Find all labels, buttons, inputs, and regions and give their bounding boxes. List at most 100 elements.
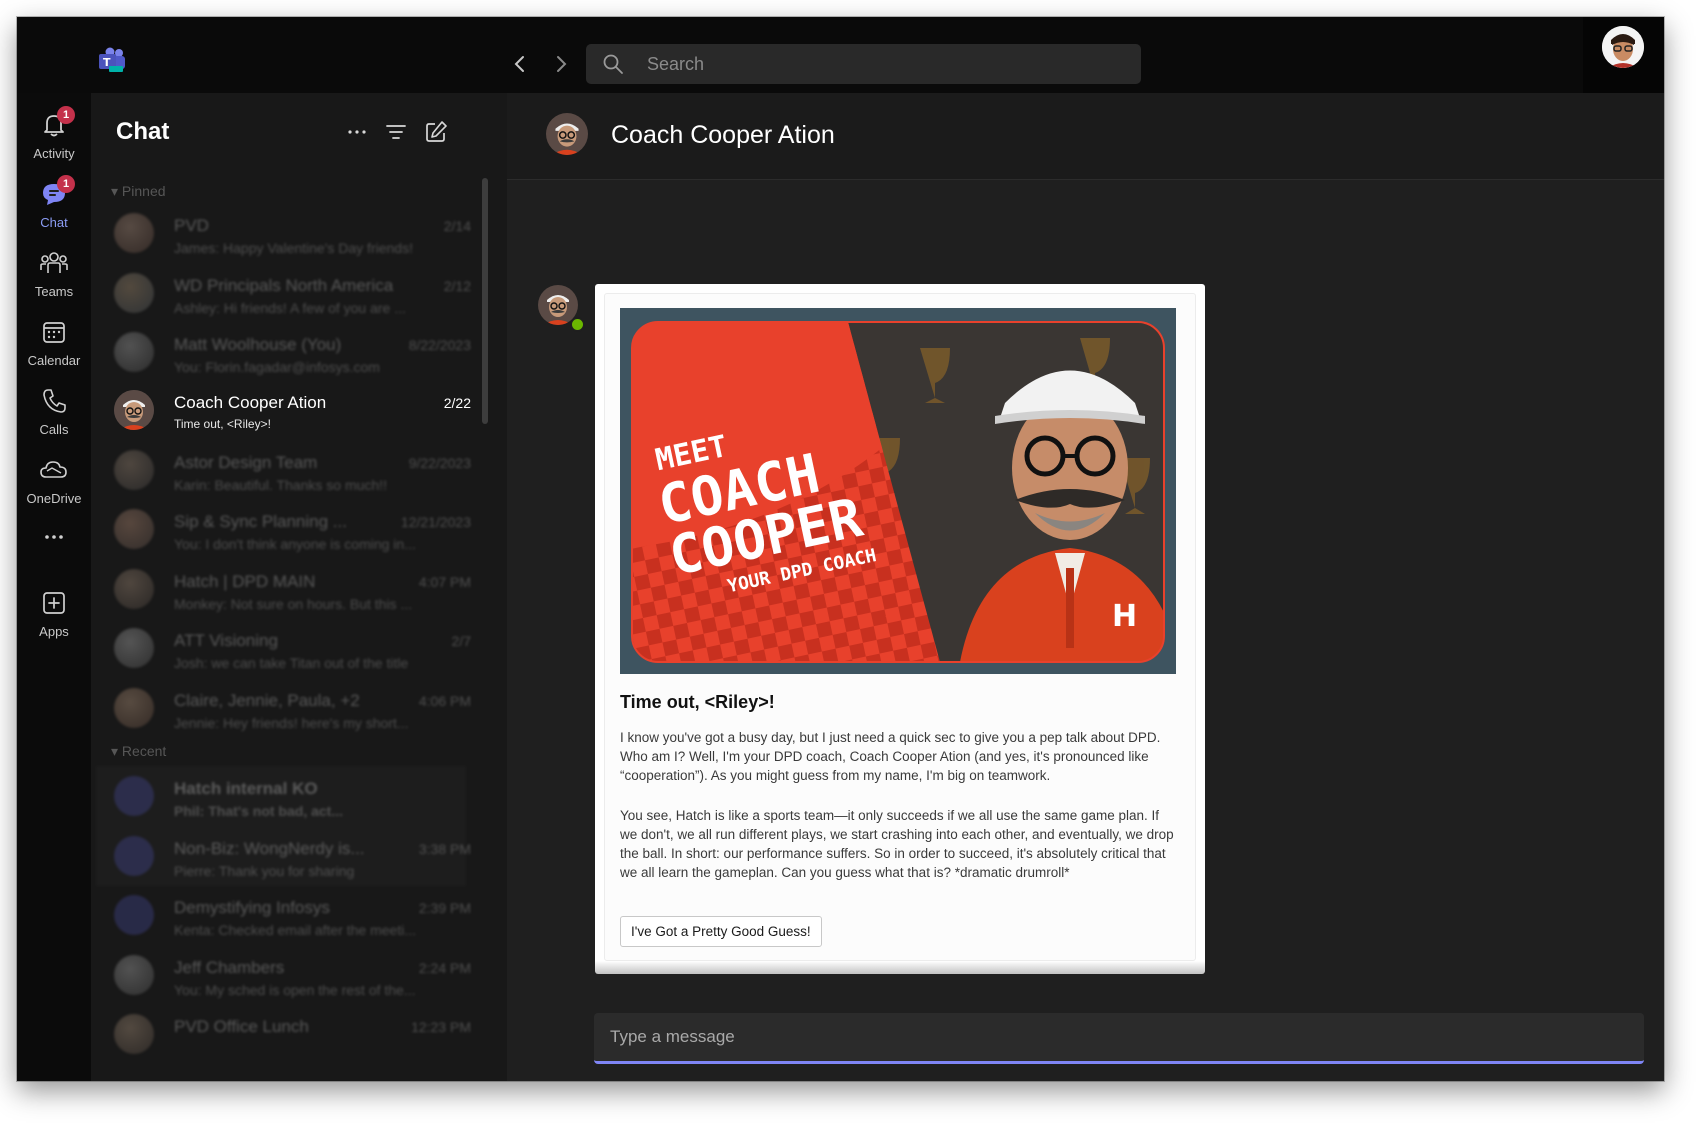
chat-preview: Monkey: Not sure on hours. But this ...	[174, 596, 413, 612]
message-card: H MEET COACH COOPER YOUR DPD COACH Time …	[595, 284, 1205, 974]
avatar	[114, 569, 154, 609]
card-body-paragraph: You see, Hatch is like a sports team—it …	[620, 808, 1174, 880]
chat-list-item[interactable]: Non-Biz: WongNerdy is... 3:38 PM Pierre:…	[101, 826, 471, 884]
avatar	[114, 895, 154, 935]
chat-list-item[interactable]: Sip & Sync Planning ... 12/21/2023 You: …	[101, 499, 471, 557]
rail-label: Calendar	[27, 353, 81, 368]
rail-label: OneDrive	[26, 491, 82, 506]
chat-preview: You: Florin.fagadar@infosys.com	[174, 359, 380, 375]
chat-preview: You: I don't think anyone is coming in..…	[174, 536, 416, 552]
card-body-paragraph: I know you've got a busy day, but I just…	[620, 730, 1161, 783]
chat-list-item[interactable]: PVD 2/14 James: Happy Valentine's Day fr…	[101, 203, 471, 261]
chat-list-item[interactable]: Hatch internal KO Phil: That's not bad, …	[101, 766, 471, 824]
message-compose-input[interactable]: Type a message	[594, 1013, 1644, 1064]
chat-name: Demystifying Infosys	[174, 898, 330, 917]
chat-panel-title: Chat	[116, 118, 170, 145]
rail-item-calendar[interactable]: Calendar	[17, 315, 91, 379]
chat-list-item[interactable]: PVD Office Lunch 12:23 PM	[101, 1004, 471, 1062]
avatar	[114, 213, 154, 253]
rail-item-more[interactable]	[17, 520, 91, 584]
recent-section-label: ▾ Recent	[111, 743, 167, 759]
chat-time: 2/12	[443, 278, 471, 294]
chat-badge: 1	[57, 175, 75, 193]
cloud-icon	[40, 461, 67, 478]
chat-name: PVD Office Lunch	[174, 1017, 309, 1036]
chat-name: WD Principals North America	[174, 276, 394, 295]
card-heading: Time out, <Riley>!	[620, 692, 775, 712]
user-avatar[interactable]	[1602, 26, 1644, 68]
chat-list-scrollbar[interactable]	[482, 178, 488, 424]
chat-time: 2/22	[443, 395, 471, 411]
chat-name: Hatch internal KO	[174, 779, 318, 798]
new-chat-icon[interactable]	[423, 119, 449, 145]
adaptive-card: H MEET COACH COOPER YOUR DPD COACH Time …	[604, 293, 1196, 961]
rail-item-calls[interactable]: Calls	[17, 384, 91, 448]
conversation-title: Coach Cooper Ation	[611, 121, 835, 149]
rail-item-onedrive[interactable]: OneDrive	[17, 453, 91, 517]
teams-icon	[40, 252, 68, 273]
filter-icon[interactable]	[383, 119, 409, 145]
rail-item-teams[interactable]: Teams	[17, 246, 91, 310]
avatar	[114, 1014, 154, 1054]
rail-label: Activity	[33, 146, 75, 161]
more-options-icon[interactable]	[344, 119, 370, 145]
avatar	[114, 955, 154, 995]
coach-hero-image: H MEET COACH COOPER YOUR DPD COACH	[620, 308, 1176, 674]
recent-label-text: Recent	[121, 743, 167, 759]
forward-arrow-icon[interactable]	[549, 51, 573, 77]
chat-time: 12:23 PM	[411, 1019, 471, 1035]
guess-button[interactable]: I've Got a Pretty Good Guess!	[620, 916, 822, 947]
avatar	[114, 450, 154, 490]
pinned-label-text: Pinned	[121, 183, 166, 199]
chat-list-item[interactable]: Astor Design Team 9/22/2023 Karin: Beaut…	[101, 440, 471, 498]
avatar	[114, 688, 154, 728]
chat-time: 12/21/2023	[400, 514, 471, 530]
chat-list-item[interactable]: WD Principals North America 2/12 Ashley:…	[101, 263, 471, 321]
chat-list-item[interactable]: Jeff Chambers 2:24 PM You: My sched is o…	[101, 945, 471, 1003]
chat-name: Matt Woolhouse (You)	[174, 335, 342, 354]
chat-list-item-active[interactable]: Coach Cooper Ation 2/22 Time out, <Riley…	[101, 380, 471, 438]
chat-preview: Phil: That's not bad, act...	[174, 803, 344, 819]
rail-item-apps[interactable]: Apps	[17, 586, 91, 650]
chat-list-item[interactable]: ATT Visioning 2/7 Josh: we can take Tita…	[101, 618, 471, 676]
avatar	[114, 273, 154, 313]
chat-list-item[interactable]: Claire, Jennie, Paula, +2 4:06 PM Jennie…	[101, 678, 471, 736]
chat-time: 8/22/2023	[408, 337, 471, 353]
search-input[interactable]: Search	[586, 44, 1141, 84]
coach-avatar[interactable]	[546, 113, 588, 155]
chat-preview: You: My sched is open the rest of the...	[174, 982, 416, 998]
profile-area	[1583, 17, 1664, 93]
chat-time: 2:24 PM	[418, 960, 471, 976]
chat-name: Non-Biz: WongNerdy is...	[174, 839, 365, 858]
add-apps-icon	[43, 592, 65, 614]
pinned-section-label: ▾ Pinned	[111, 183, 166, 199]
rail-item-chat[interactable]: 1 Chat	[17, 175, 91, 241]
avatar	[114, 776, 154, 816]
chat-list-item[interactable]: Matt Woolhouse (You) 8/22/2023 You: Flor…	[101, 322, 471, 380]
chat-time: 2:39 PM	[418, 900, 471, 916]
avatar	[114, 628, 154, 668]
chat-preview: James: Happy Valentine's Day friends!	[174, 240, 413, 256]
avatar	[114, 509, 154, 549]
chat-preview: Kenta: Checked email after the meeti...	[174, 922, 417, 938]
chat-time: 2/7	[451, 633, 471, 649]
chat-preview: Jennie: Hey friends! here's my short...	[174, 715, 409, 731]
conversation-pane: Coach Cooper Ation H MEET COACH COOPER Y…	[507, 93, 1664, 1081]
rail-item-activity[interactable]: 1 Activity	[17, 106, 91, 172]
chat-preview: Josh: we can take Titan out of the title	[174, 655, 409, 671]
avatar	[114, 332, 154, 372]
chat-list-item[interactable]: Demystifying Infosys 2:39 PM Kenta: Chec…	[101, 885, 471, 943]
teams-logo-icon: T	[99, 47, 125, 72]
rail-label: Apps	[39, 624, 69, 639]
chat-list-panel: Chat ▾ Pinned PVD 2/14 James: Happy Vale…	[91, 93, 507, 1081]
chat-name: Claire, Jennie, Paula, +2	[174, 691, 360, 710]
chat-name: PVD	[174, 216, 209, 235]
chat-name: Astor Design Team	[174, 453, 318, 472]
calendar-icon	[43, 322, 65, 343]
chat-name: Sip & Sync Planning ...	[174, 512, 347, 531]
chat-preview: Karin: Beautiful. Thanks so much!!	[174, 477, 387, 493]
back-arrow-icon[interactable]	[508, 51, 532, 77]
chat-list-item[interactable]: Hatch | DPD MAIN 4:07 PM Monkey: Not sur…	[101, 559, 471, 617]
app-rail: 1 Activity 1 Chat Teams Calendar Calls O…	[17, 93, 91, 1081]
chat-time: 3:38 PM	[418, 841, 471, 857]
